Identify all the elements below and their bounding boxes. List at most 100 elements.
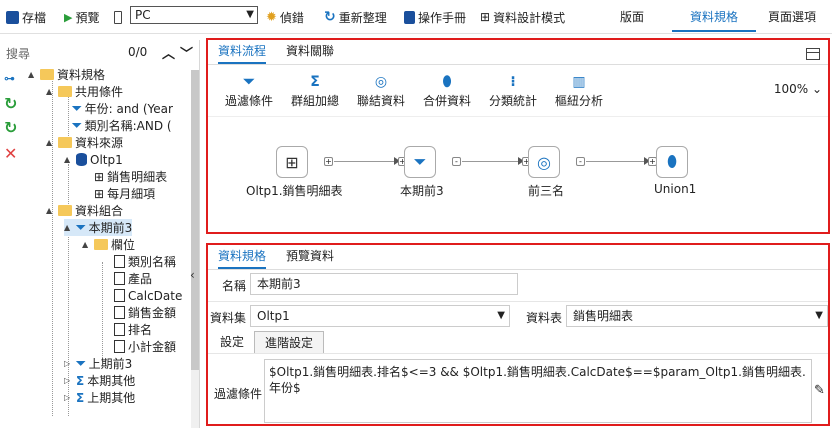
output-port[interactable]: - <box>576 157 585 166</box>
tab-spec[interactable]: 資料規格 <box>218 245 267 269</box>
tree-node-cond1[interactable]: ⏷ 年份: and (Year <box>72 100 173 117</box>
pivot-tool-button[interactable]: ▥ 樞紐分析 <box>546 74 612 109</box>
filter-expression-input[interactable]: $Oltp1.銷售明細表.排名$<=3 && $Oltp1.銷售明細表.Calc… <box>264 359 812 423</box>
tree-node-fields[interactable]: ▲ 欄位 <box>82 236 135 253</box>
tree-node-other[interactable]: ▷ Σ 本期其他 <box>64 372 135 389</box>
zoom-select[interactable]: 100% ⌄ <box>774 82 822 96</box>
field-icon <box>114 272 125 285</box>
tab-settings[interactable]: 設定 <box>210 331 254 353</box>
flow-tabs: 資料流程 資料關聯 <box>208 40 334 64</box>
tree-node-cond2[interactable]: ⏷ 類別名稱:AND ( <box>72 117 172 134</box>
tab-advanced-settings[interactable]: 進階設定 <box>254 331 325 353</box>
tree-node-field[interactable]: CalcDate <box>114 287 182 304</box>
save-button[interactable]: 存檔 <box>6 8 46 26</box>
chevron-down-icon: ▼ <box>815 310 823 321</box>
tab-layout[interactable]: 版面 <box>620 8 644 25</box>
field-icon <box>114 323 125 336</box>
tree-scrollbar-thumb[interactable] <box>191 70 199 370</box>
filter-tool-button[interactable]: ⏷ 過濾條件 <box>216 74 282 109</box>
tree-node-table1[interactable]: ⊞ 銷售明細表 <box>94 168 167 185</box>
name-input[interactable]: 本期前3 <box>250 273 518 295</box>
spec-tabs: 資料規格 預覽資料 <box>208 245 334 269</box>
tree-node-prevother[interactable]: ▷ Σ 上期其他 <box>64 389 135 406</box>
dataset-select[interactable]: Oltp1 ▼ <box>250 305 510 327</box>
folder-icon <box>58 205 72 216</box>
tree-node-common[interactable]: ▲ 共用條件 <box>46 83 123 100</box>
filter-icon: ⏷ <box>76 356 86 370</box>
filter-icon: ⏷ <box>72 118 82 132</box>
active-tab-indicator <box>672 30 756 32</box>
maximize-icon[interactable] <box>806 48 820 60</box>
union-icon: ⬮ <box>666 152 678 171</box>
tab-data-relation[interactable]: 資料關聯 <box>286 40 334 64</box>
flow-toolbar: ⏷ 過濾條件 Σ 群組加總 ◎ 聯結資料 ⬮ 合併資料 ⁝ 分類統計 ▥ 樞紐分… <box>216 74 612 109</box>
search-input[interactable]: 搜尋 <box>6 45 30 62</box>
category-stats-tool-button[interactable]: ⁝ 分類統計 <box>480 74 546 109</box>
tree-node-field[interactable]: 產品 <box>114 270 152 287</box>
flow-node-label: Oltp1.銷售明細表 <box>246 184 343 198</box>
sum-icon: Σ <box>76 390 85 405</box>
folder-icon <box>58 137 72 148</box>
flow-panel: 資料流程 資料關聯 ⏷ 過濾條件 Σ 群組加總 ◎ 聯結資料 ⬮ 合併資料 ⁝ … <box>206 38 830 234</box>
name-label: 名稱 <box>221 279 246 293</box>
table-select[interactable]: 銷售明細表 ▼ <box>566 305 828 327</box>
output-port[interactable]: + <box>324 157 333 166</box>
tree-node-field[interactable]: 類別名稱 <box>114 253 176 270</box>
tree-node-top3[interactable]: ▲ ⏷ 本期前3 <box>64 219 133 236</box>
tree-node-field[interactable]: 小計金額 <box>114 338 176 355</box>
delete-icon[interactable]: ✕ <box>4 144 17 163</box>
table-label: 資料表 <box>525 311 562 325</box>
save-icon <box>6 10 19 24</box>
manual-button[interactable]: 操作手冊 <box>404 8 466 26</box>
folder-icon <box>40 69 54 80</box>
redo-icon[interactable]: ↻ <box>4 94 17 113</box>
filter-icon: ⏷ <box>76 220 86 234</box>
expression-editor-icon[interactable]: ✎ <box>814 383 825 398</box>
pivot-icon: ▥ <box>572 74 586 90</box>
tree-link-icon[interactable]: ⊶ <box>4 72 15 85</box>
filter-icon: ⏷ <box>72 101 82 115</box>
chevron-up-icon[interactable]: ︿ <box>162 43 175 62</box>
tree-node-table2[interactable]: ⊞ 每月細項 <box>94 185 155 202</box>
output-port[interactable]: - <box>452 157 461 166</box>
field-icon <box>114 255 125 268</box>
tree-node-field[interactable]: 銷售金額 <box>114 304 176 321</box>
stats-icon: ⁝ <box>510 74 516 90</box>
tree-node-field[interactable]: 排名 <box>114 321 152 338</box>
device-select[interactable]: PC ▼ <box>130 6 258 24</box>
tree-node-prev3[interactable]: ▷ ⏷ 上期前3 <box>64 355 132 372</box>
flow-node-union[interactable]: ⬮ <box>656 146 688 178</box>
flow-node-source[interactable]: ⊞ <box>276 146 308 178</box>
tab-data-flow[interactable]: 資料流程 <box>218 40 267 64</box>
field-icon <box>114 306 125 319</box>
flow-node-join[interactable]: ◎ <box>528 146 560 178</box>
union-tool-button[interactable]: ⬮ 合併資料 <box>414 74 480 109</box>
preview-button[interactable]: ▶ 預覽 <box>64 8 99 26</box>
collapse-panel-icon[interactable]: ‹ <box>190 268 195 282</box>
book-icon <box>404 10 415 24</box>
tree-node-combo[interactable]: ▲ 資料組合 <box>46 202 123 219</box>
flow-node-label: Union1 <box>654 182 697 196</box>
debug-button[interactable]: ✹ 偵錯 <box>266 8 304 26</box>
tab-data-spec[interactable]: 資料規格 <box>690 8 738 25</box>
group-sum-tool-button[interactable]: Σ 群組加總 <box>282 74 348 109</box>
database-icon <box>76 153 87 166</box>
design-mode-button[interactable]: ⊞ 資料設計模式 <box>480 8 565 26</box>
tree-node-source[interactable]: ▲ 資料來源 <box>46 134 123 151</box>
tree-node-root[interactable]: ▲ 資料規格 <box>28 66 105 83</box>
table-icon: ⊞ <box>94 169 105 184</box>
chevron-down-icon: ▼ <box>497 310 505 321</box>
phone-icon[interactable] <box>114 8 122 26</box>
play-icon: ▶ <box>64 10 73 24</box>
tree-view: ▲ 資料規格 ▲ 共用條件 ⏷ 年份: and (Year ⏷ 類別名稱:AND… <box>24 62 196 428</box>
flow-node-label: 本期前3 <box>400 184 444 198</box>
tab-page-options[interactable]: 頁面選項 <box>768 8 816 25</box>
refresh-button[interactable]: ↻ 重新整理 <box>324 8 387 26</box>
chevron-down-icon[interactable]: ﹀ <box>180 43 193 62</box>
undo-icon[interactable]: ↻ <box>4 118 17 137</box>
flow-node-top3[interactable]: ⏷ <box>404 146 436 178</box>
tab-preview[interactable]: 預覽資料 <box>286 245 334 269</box>
tree-node-oltp[interactable]: ▲ Oltp1 <box>64 151 123 168</box>
flow-node-label: 前三名 <box>528 184 565 198</box>
join-tool-button[interactable]: ◎ 聯結資料 <box>348 74 414 109</box>
